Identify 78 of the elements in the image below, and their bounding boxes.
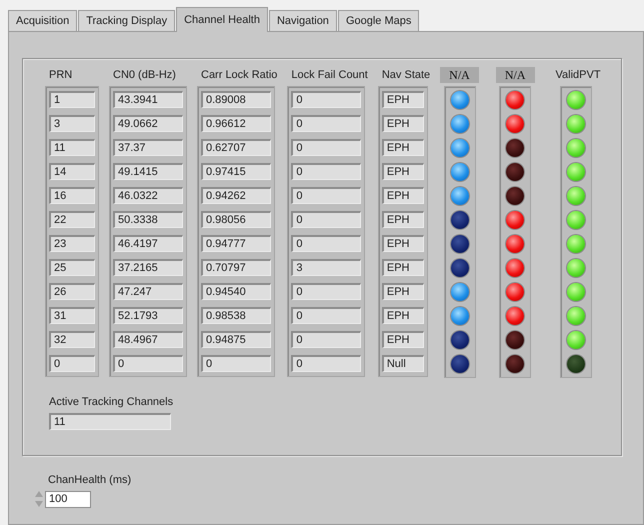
column-label: N/A	[440, 67, 479, 83]
indicator-field: 0.94875	[201, 331, 271, 348]
column-label: PRN	[48, 68, 72, 83]
indicator-field: 11	[49, 413, 171, 430]
tab[interactable]: Channel Health	[176, 7, 268, 32]
indicator-field: EPH	[382, 91, 424, 108]
indicator-field: 0	[291, 91, 362, 108]
indicator-field: 37.2165	[113, 259, 183, 276]
indicator-field: 25	[49, 259, 95, 276]
indicator-field: EPH	[382, 283, 424, 300]
indicator-field: EPH	[382, 259, 424, 276]
indicator-field: Null	[382, 355, 424, 372]
field-label: Active Tracking Channels	[49, 395, 174, 410]
indicator-field: 0	[291, 355, 362, 372]
indicator-field: 0	[291, 163, 362, 180]
indicator-field: 0	[291, 331, 362, 348]
column-label: Carr Lock Ratio	[200, 68, 278, 83]
column-label: Nav State	[380, 68, 430, 83]
indicator-field: 0.62707	[201, 139, 271, 156]
indicator-field: 0	[291, 211, 362, 228]
column-label: ValidPVT	[554, 68, 601, 83]
column-label: CN0 (dB-Hz)	[112, 68, 176, 83]
tab[interactable]: Acquisition	[8, 10, 78, 31]
indicator-field: EPH	[382, 139, 424, 156]
indicator-field: 0.70797	[201, 259, 271, 276]
tab[interactable]: Google Maps	[338, 10, 420, 31]
indicator-field: 1	[49, 91, 95, 108]
indicator-field: 46.4197	[113, 235, 183, 252]
indicator-field: 0	[291, 115, 362, 132]
tab[interactable]: Navigation	[268, 10, 337, 31]
indicator-field: 22	[49, 211, 95, 228]
indicator-field: EPH	[382, 307, 424, 324]
indicator-field: 49.1415	[113, 163, 183, 180]
indicator-field: 0.96612	[201, 115, 271, 132]
indicator-field: EPH	[382, 331, 424, 348]
indicator-field: 0	[113, 355, 183, 372]
indicator-field: 16	[49, 187, 95, 204]
column-label: N/A	[496, 67, 535, 83]
indicator-field: 0.89008	[201, 91, 271, 108]
indicator-field: 0	[201, 355, 271, 372]
indicator-field: 32	[49, 331, 95, 348]
indicator-field: 0	[291, 235, 362, 252]
indicator-field: 0.94540	[201, 283, 271, 300]
indicator-field: 0.97415	[201, 163, 271, 180]
indicator-field: 26	[49, 283, 95, 300]
spinner-icon[interactable]	[34, 489, 44, 509]
indicator-field: 31	[49, 307, 95, 324]
indicator-field: 0.94262	[201, 187, 271, 204]
indicator-field: EPH	[382, 115, 424, 132]
indicator-field: 43.3941	[113, 91, 183, 108]
indicator-field: 52.1793	[113, 307, 183, 324]
indicator-field: EPH	[382, 235, 424, 252]
indicator-field: 14	[49, 163, 95, 180]
indicator-field: 3	[291, 259, 362, 276]
indicator-field: 50.3338	[113, 211, 183, 228]
indicator-field: 0.98056	[201, 211, 271, 228]
indicator-field: 0	[49, 355, 95, 372]
indicator-field: 46.0322	[113, 187, 183, 204]
tab[interactable]: Tracking Display	[78, 10, 176, 31]
indicator-field: EPH	[382, 187, 424, 204]
indicator-field: 11	[49, 139, 95, 156]
indicator-field: 47.247	[113, 283, 183, 300]
indicator-field: 49.0662	[113, 115, 183, 132]
indicator-field: 37.37	[113, 139, 183, 156]
indicator-field: EPH	[382, 163, 424, 180]
numeric-input[interactable]: 100	[45, 490, 91, 508]
indicator-field: 0	[291, 187, 362, 204]
indicator-field: 0	[291, 139, 362, 156]
indicator-field: 48.4967	[113, 331, 183, 348]
indicator-field: 23	[49, 235, 95, 252]
indicator-field: 0	[291, 307, 362, 324]
field-label: ChanHealth (ms)	[47, 473, 132, 488]
indicator-field: 0.94777	[201, 235, 271, 252]
indicator-field: 0.98538	[201, 307, 271, 324]
indicator-field: 3	[49, 115, 95, 132]
indicator-field: 0	[291, 283, 362, 300]
indicator-field: EPH	[382, 211, 424, 228]
column-label: Lock Fail Count	[290, 68, 368, 83]
